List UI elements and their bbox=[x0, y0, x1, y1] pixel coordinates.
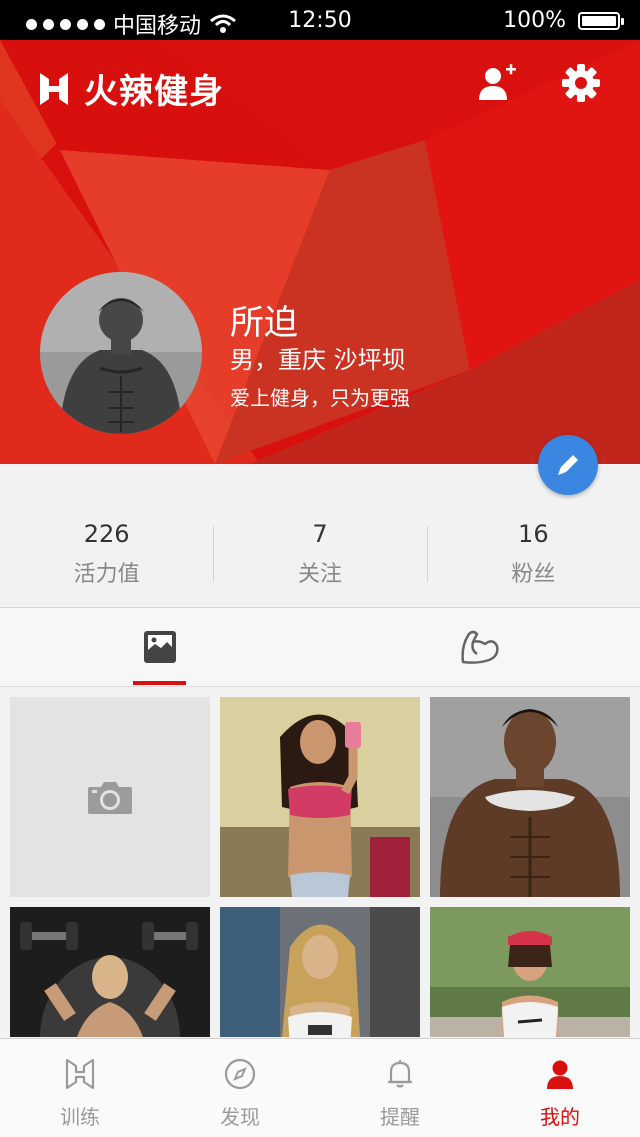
stat-following[interactable]: 7 关注 bbox=[213, 464, 426, 607]
camera-icon bbox=[88, 782, 132, 814]
app-logo-icon bbox=[40, 72, 68, 105]
app-brand: 火辣健身 bbox=[38, 64, 224, 113]
tabbar-label: 发现 bbox=[220, 1105, 260, 1129]
stat-value: 7 bbox=[312, 520, 328, 548]
photo-woman-dumbbells bbox=[10, 907, 210, 1037]
stat-label: 粉丝 bbox=[511, 562, 556, 587]
photo-muscular-man bbox=[430, 697, 630, 897]
photo-thumbnail[interactable] bbox=[10, 907, 210, 1037]
bell-icon bbox=[388, 1060, 412, 1088]
battery-percent: 100% bbox=[503, 8, 566, 33]
tabbar-item-mine[interactable]: 我的 bbox=[480, 1039, 640, 1137]
status-bar: 中国移动 12:50 100% bbox=[0, 0, 640, 40]
photo-thumbnail[interactable] bbox=[430, 907, 630, 1037]
photo-woman-gym bbox=[220, 907, 420, 1037]
profile-name: 所迫 bbox=[230, 303, 298, 343]
settings-gear-icon[interactable] bbox=[560, 62, 602, 104]
stat-label: 活力值 bbox=[73, 562, 140, 587]
tab-photos[interactable] bbox=[0, 608, 320, 686]
profile-motto: 爱上健身，只为更强 bbox=[230, 386, 410, 410]
bottom-tab-bar: 训练 发现 提醒 我的 bbox=[0, 1038, 640, 1137]
photo-grid bbox=[0, 687, 640, 1037]
stats-bar: 226 活力值 7 关注 16 粉丝 bbox=[0, 464, 640, 608]
photo-thumbnail[interactable] bbox=[220, 907, 420, 1037]
add-friend-icon[interactable] bbox=[476, 62, 518, 104]
avatar-photo bbox=[40, 272, 202, 434]
tabbar-item-reminders[interactable]: 提醒 bbox=[320, 1039, 480, 1137]
pencil-icon bbox=[558, 455, 578, 475]
tab-body[interactable] bbox=[320, 608, 640, 686]
photo-woman-selfie bbox=[220, 697, 420, 897]
tabbar-label: 我的 bbox=[540, 1105, 580, 1129]
tabbar-item-training[interactable]: 训练 bbox=[0, 1039, 160, 1137]
app-name: 火辣健身 bbox=[84, 72, 224, 112]
add-photo-button[interactable] bbox=[10, 697, 210, 897]
tabbar-label: 训练 bbox=[60, 1105, 100, 1129]
stat-label: 关注 bbox=[297, 562, 342, 587]
profile-info: 男，重庆 沙坪坝 bbox=[230, 346, 406, 374]
battery-icon bbox=[578, 11, 624, 30]
edit-profile-button[interactable] bbox=[538, 435, 598, 495]
stat-followers[interactable]: 16 粉丝 bbox=[426, 464, 640, 607]
active-tab-indicator bbox=[133, 681, 186, 685]
person-icon bbox=[547, 1060, 573, 1089]
content-tabs bbox=[0, 608, 640, 687]
photo-thumbnail[interactable] bbox=[430, 697, 630, 897]
photo-thumbnail[interactable] bbox=[220, 697, 420, 897]
avatar[interactable] bbox=[40, 272, 202, 434]
muscle-arm-icon bbox=[461, 630, 499, 664]
logo-h-icon bbox=[65, 1058, 95, 1090]
stat-value: 16 bbox=[518, 520, 549, 548]
stat-value: 226 bbox=[83, 520, 130, 548]
photo-icon bbox=[144, 631, 176, 663]
tabbar-label: 提醒 bbox=[380, 1105, 420, 1129]
tabbar-item-discover[interactable]: 发现 bbox=[160, 1039, 320, 1137]
photo-woman-running bbox=[430, 907, 630, 1037]
stat-vitality[interactable]: 226 活力值 bbox=[0, 464, 213, 607]
compass-icon bbox=[224, 1058, 256, 1090]
profile-header: 火辣健身 所迫 男，重庆 沙坪坝 爱上健身，只为更强 bbox=[0, 40, 640, 464]
